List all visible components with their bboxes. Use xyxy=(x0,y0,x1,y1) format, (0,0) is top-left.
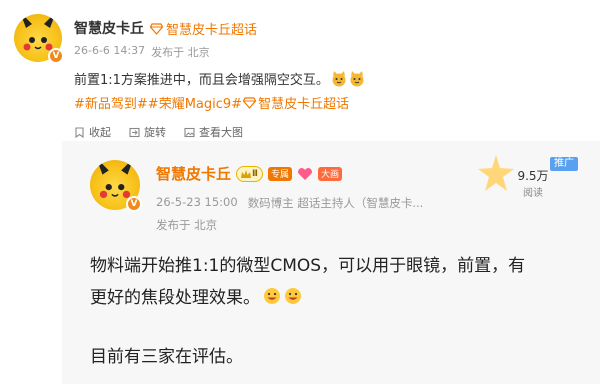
topic-link[interactable]: 智慧皮卡丘超话 xyxy=(150,19,257,38)
view-large-image-button[interactable]: 查看大图 xyxy=(184,124,243,140)
hashtag-magic9[interactable]: #荣耀Magic9# xyxy=(148,93,242,112)
post-text: 前置1:1方案推进中，而且会增强隔空交互。 xyxy=(74,73,329,88)
author-avatar[interactable]: V xyxy=(14,14,64,64)
post-author-name[interactable]: 智慧皮卡丘 xyxy=(74,18,144,38)
repost-author-row: 智慧皮卡丘 Ⅱ 专属 大画 xyxy=(156,163,342,184)
big-badge[interactable]: 大画 xyxy=(317,166,342,181)
post-action-bar: 收起 旋转 查看大图 xyxy=(74,124,243,140)
grin-emoji xyxy=(285,287,301,304)
post-date[interactable]: 26-6-6 14:37 xyxy=(74,44,145,60)
exclusive-badge[interactable]: 专属 xyxy=(267,166,292,181)
topic-inline-label: 智慧皮卡丘超话 xyxy=(258,97,350,112)
level-badge[interactable]: Ⅱ xyxy=(236,165,263,182)
bookmark-icon xyxy=(75,126,84,138)
post-location: 发布于 北京 xyxy=(151,46,210,59)
image-icon xyxy=(184,127,195,137)
diamond-icon xyxy=(150,22,163,35)
repost-text-line-3: 目前有三家在评估。 xyxy=(90,347,243,367)
verified-badge: V xyxy=(48,48,64,64)
repost-text-line-2-text: 更好的焦段处理效果。 xyxy=(90,288,260,308)
crown-icon xyxy=(241,169,252,178)
post-meta: 26-6-6 14:37 发布于 北京 xyxy=(74,44,210,60)
topic-inline-link[interactable]: 智慧皮卡丘超话 xyxy=(243,93,349,112)
repost-text-line-1: 物料端开始推1:1的微型CMOS，可以用于眼镜，前置，有 xyxy=(90,256,526,276)
rotate-label: 旋转 xyxy=(144,126,166,139)
collapse-button[interactable]: 收起 xyxy=(74,124,111,140)
view-large-image-label: 查看大图 xyxy=(199,126,243,139)
view-count: 9.5万 阅读 xyxy=(498,167,568,199)
repost-role: 数码博主 超话主持人（智慧皮卡... xyxy=(247,196,424,210)
repost-text-line-2: 更好的焦段处理效果。 xyxy=(90,283,302,308)
view-count-panel: 推广 9.5万 阅读 xyxy=(476,151,580,203)
grin-emoji xyxy=(264,287,280,304)
repost-date[interactable]: 26-5-23 15:00 xyxy=(156,195,238,211)
heart-badge-icon xyxy=(297,167,313,181)
cat-face-emoji xyxy=(332,70,346,86)
topic-link-label: 智慧皮卡丘超话 xyxy=(166,23,258,38)
repost-author-name[interactable]: 智慧皮卡丘 xyxy=(156,163,231,184)
hashtag-new-product[interactable]: #新品驾到# xyxy=(74,93,148,112)
view-count-label: 阅读 xyxy=(523,188,543,199)
repost-icon xyxy=(129,127,140,137)
verified-badge: V xyxy=(126,196,142,212)
repost-meta: 26-5-23 15:00 数码博主 超话主持人（智慧皮卡... xyxy=(156,195,423,211)
collapse-label: 收起 xyxy=(89,126,111,139)
diamond-icon xyxy=(243,96,257,109)
level-badge-text: Ⅱ xyxy=(252,168,258,179)
repost-location: 发布于 北京 xyxy=(156,218,218,232)
repost-author-avatar[interactable]: V xyxy=(90,160,142,212)
view-count-number: 9.5万 xyxy=(517,169,549,183)
rotate-button[interactable]: 旋转 xyxy=(129,124,166,140)
cat-face-emoji xyxy=(350,70,364,86)
hashtag-line: #新品驾到# #荣耀Magic9# 智慧皮卡丘超话 xyxy=(74,93,349,112)
post-text-line: 前置1:1方案推进中，而且会增强隔空交互。 xyxy=(74,69,365,88)
